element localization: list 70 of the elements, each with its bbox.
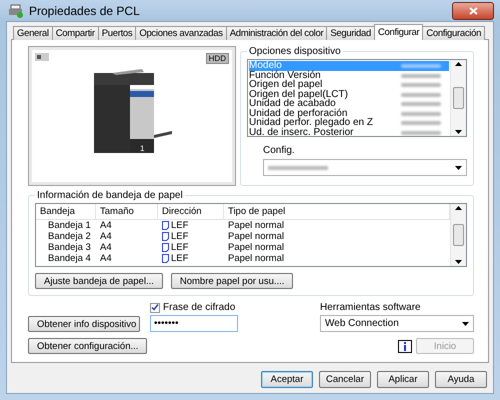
scroll-down-icon — [455, 260, 462, 264]
tab[interactable]: General — [13, 26, 53, 40]
hdd-badge: HDD — [206, 53, 229, 64]
close-button[interactable] — [452, 2, 494, 20]
list-item[interactable]: Función Versión — [249, 70, 449, 80]
column-header[interactable]: Dirección — [158, 204, 224, 219]
tab[interactable]: Configuración — [422, 26, 486, 40]
scrollbar[interactable] — [450, 60, 466, 136]
scroll-up-icon — [455, 206, 462, 210]
get-config-button[interactable]: Obtener configuración... — [28, 338, 148, 354]
table-cell-text: Bandeja 2 — [47, 231, 92, 242]
list-item[interactable]: Origen del papel — [249, 80, 449, 90]
table-cell-text: Papel normal — [227, 253, 285, 264]
table-cell-text: A4 — [99, 242, 113, 253]
table-cell-text: A4 — [99, 220, 113, 231]
table-cell-text: Bandeja 1 — [47, 220, 92, 231]
dialog-button[interactable]: Aceptar — [261, 371, 313, 388]
tab[interactable]: Opciones avanzadas — [135, 26, 227, 40]
list-item[interactable]: Ud. de inserc. Posterior — [249, 128, 449, 136]
info-icon[interactable] — [398, 340, 412, 352]
list-item[interactable]: Unidad de perforación — [249, 108, 449, 118]
table-cell-text: Papel normal — [227, 231, 285, 242]
software-tools-label: Herramientas software — [320, 302, 422, 313]
printer-drawing: 1 — [92, 67, 172, 153]
passphrase-checkbox[interactable] — [150, 302, 160, 312]
group-title: Opciones dispositivo — [248, 46, 342, 57]
column-header[interactable]: Tamaño — [96, 204, 158, 219]
status-icon — [35, 53, 49, 61]
caret-icon — [455, 166, 462, 170]
table-cell-text: Papel normal — [227, 220, 285, 231]
table-cell-text: A4 — [99, 231, 113, 242]
tab[interactable]: Seguridad — [326, 26, 375, 40]
table-cell: LEF — [158, 253, 224, 264]
scroll-up-icon — [455, 62, 462, 66]
printer-icon — [8, 4, 24, 18]
dialog-button[interactable]: Ayuda — [435, 371, 487, 388]
table-cell: LEF — [158, 242, 224, 253]
caret-icon — [462, 322, 469, 326]
tab[interactable]: Compartir — [52, 26, 99, 40]
list-item[interactable]: Unidad de acabado — [249, 99, 449, 108]
scrollbar-thumb[interactable] — [453, 87, 464, 109]
table-cell: LEF — [158, 220, 224, 231]
passphrase-field[interactable]: ••••••• — [150, 315, 238, 332]
column-header[interactable]: Bandeja — [36, 204, 96, 219]
table-cell-text: Bandeja 4 — [47, 253, 92, 264]
scroll-down-icon — [455, 130, 462, 134]
table-cell-text: A4 — [99, 253, 113, 264]
dialog-button[interactable]: Cancelar — [319, 371, 371, 388]
device-info-button[interactable]: Obtener info dispositivo — [28, 316, 140, 332]
table-cell: LEF — [158, 231, 224, 242]
list-item[interactable]: Origen del papel(LCT) — [249, 90, 449, 99]
tab[interactable]: Administración del color — [226, 26, 328, 40]
tab[interactable]: Puertos — [98, 26, 136, 40]
list-item[interactable]: Unidad perfor. plegado en Z — [249, 118, 449, 128]
check-icon — [151, 304, 159, 311]
tray-button[interactable]: Nombre papel por usu.... — [170, 273, 294, 289]
checkbox-label: Frase de cifrado — [163, 302, 236, 313]
config-label: Config. — [263, 145, 296, 156]
software-tools-dropdown[interactable]: Web Connection — [320, 315, 474, 332]
dialog-button[interactable]: Aplicar — [377, 371, 429, 388]
table-cell-text: Papel normal — [227, 242, 285, 253]
scrollbar[interactable] — [450, 204, 466, 266]
table-cell-text: Bandeja 3 — [47, 242, 92, 253]
window-title: Propiedades de PCL — [29, 4, 140, 18]
tray-button[interactable]: Ajuste bandeja de papel... — [35, 273, 163, 289]
scrollbar-thumb[interactable] — [453, 224, 464, 246]
close-icon — [468, 6, 478, 14]
group-title: Información de bandeja de papel — [36, 190, 184, 201]
tab[interactable]: Configurar — [374, 24, 424, 40]
device-options-list[interactable]: Modelo Función Versión Origen del papel Origen del papel(LCT) Unidad de acabado Unidad de perforación Unidad perfor. plegado en Z Ud. de inserc. Posterior — [247, 59, 467, 137]
